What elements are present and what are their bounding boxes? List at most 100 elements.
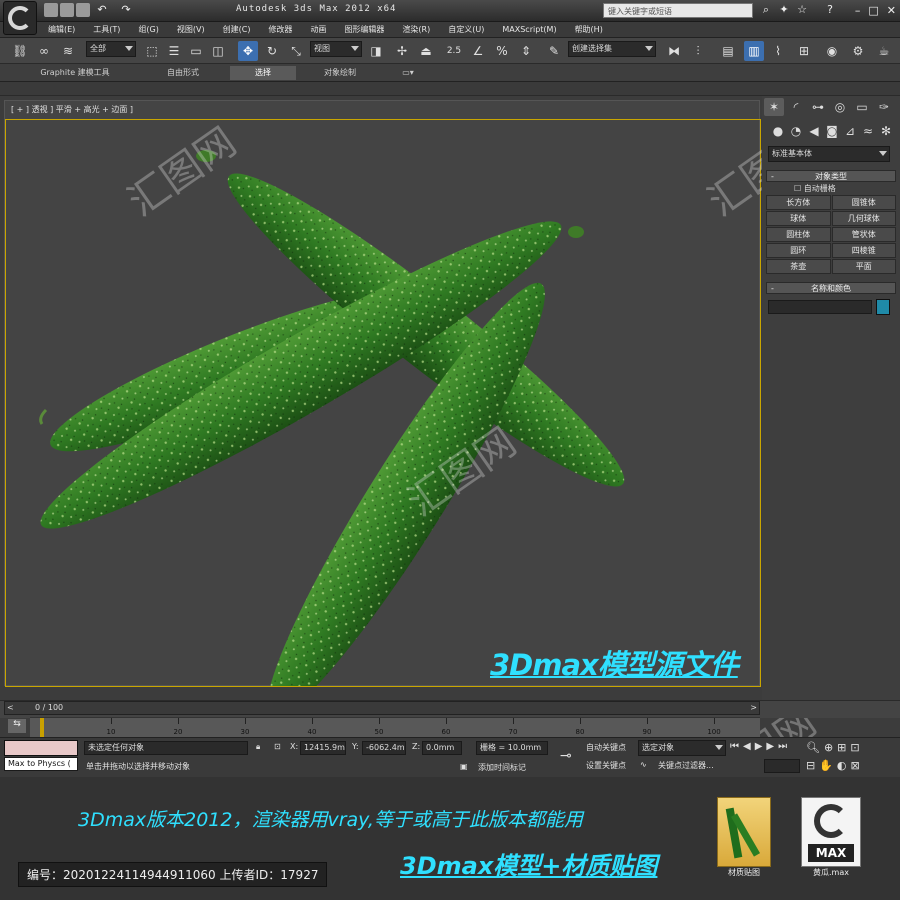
ribbon-toggle-icon[interactable]: ▥ <box>744 41 764 61</box>
named-selection-dropdown[interactable]: 创建选择集 <box>568 41 656 57</box>
next-frame-icon[interactable]: > <box>750 703 757 712</box>
minimize-button[interactable]: – <box>855 3 861 19</box>
selection-filter-dropdown[interactable]: 全部 <box>86 41 136 57</box>
select-rotate-icon[interactable]: ↻ <box>262 41 282 61</box>
name-color-header[interactable]: - 名称和颜色 <box>766 282 896 294</box>
tab-selection[interactable]: 选择 <box>230 66 296 80</box>
lock-selection-icon[interactable]: 🔒︎ <box>256 742 260 752</box>
tab-graphite[interactable]: Graphite 建模工具 <box>20 66 130 80</box>
open-file-icon[interactable] <box>60 3 74 17</box>
z-coordinate-field[interactable]: 0.0mm <box>422 741 462 755</box>
search-input[interactable]: 键入关键字或短语 <box>603 3 753 18</box>
percent-snap-icon[interactable]: % <box>492 41 512 61</box>
rect-selection-icon[interactable]: ▭ <box>186 41 206 61</box>
save-file-icon[interactable] <box>76 3 90 17</box>
geometry-icon[interactable]: ● <box>770 122 786 140</box>
key-filters-button[interactable]: 关键点过滤器... <box>658 760 714 771</box>
select-manipulate-icon[interactable]: ✢ <box>392 41 412 61</box>
helpers-icon[interactable]: ⊿ <box>842 122 858 140</box>
align-icon[interactable]: ⫶ <box>688 41 708 61</box>
ribbon-options-icon[interactable]: ▭▾ <box>396 66 420 80</box>
menu-animation[interactable]: 动画 <box>302 22 334 37</box>
angle-snap-icon[interactable]: ∠ <box>468 41 488 61</box>
edit-named-selection-icon[interactable]: ✎ <box>544 41 564 61</box>
tab-freeform[interactable]: 自由形式 <box>140 66 226 80</box>
object-name-input[interactable] <box>768 300 872 314</box>
sphere-button[interactable]: 球体 <box>766 211 831 226</box>
hierarchy-tab-icon[interactable]: ⊶ <box>808 98 828 116</box>
help-icon[interactable]: ? <box>824 4 836 16</box>
tab-object-paint[interactable]: 对象绘制 <box>300 66 380 80</box>
systems-icon[interactable]: ✻ <box>878 122 894 140</box>
maxscript-listener-pink[interactable] <box>4 740 78 756</box>
utilities-tab-icon[interactable]: ✑ <box>874 98 894 116</box>
object-type-header[interactable]: - 对象类型 <box>766 170 896 182</box>
key-mode-icon[interactable]: ∿ <box>640 760 647 769</box>
track-bar-toggle-icon[interactable]: ⇆ <box>8 719 26 733</box>
add-time-tag[interactable]: 添加时间标记 <box>478 762 526 773</box>
time-tag-icon[interactable]: ▣ <box>460 762 468 771</box>
select-by-name-icon[interactable]: ☰ <box>164 41 184 61</box>
teapot-button[interactable]: 茶壶 <box>766 259 831 274</box>
cylinder-button[interactable]: 圆柱体 <box>766 227 831 242</box>
geosphere-button[interactable]: 几何球体 <box>831 211 896 226</box>
spacewarps-icon[interactable]: ≈ <box>860 122 876 140</box>
track-bar[interactable]: 10 20 30 40 50 60 70 80 90 100 <box>30 717 760 737</box>
menu-views[interactable]: 视图(V) <box>169 22 213 37</box>
auto-key-button[interactable]: 自动关键点 <box>586 742 626 753</box>
schematic-view-icon[interactable]: ⊞ <box>794 41 814 61</box>
menu-tools[interactable]: 工具(T) <box>85 22 128 37</box>
undo-icon[interactable]: ↶ <box>96 4 108 16</box>
menu-rendering[interactable]: 渲染(R) <box>394 22 438 37</box>
menu-graph-editors[interactable]: 图形编辑器 <box>336 22 392 37</box>
select-move-icon[interactable]: ✥ <box>238 41 258 61</box>
absolute-mode-icon[interactable]: ⊡ <box>274 742 281 751</box>
render-teapot-icon[interactable]: ☕ <box>874 41 894 61</box>
cameras-icon[interactable]: ◙ <box>824 122 840 140</box>
cone-button[interactable]: 圆锥体 <box>831 195 896 210</box>
create-tab-icon[interactable]: ✶ <box>764 98 784 116</box>
tube-button[interactable]: 管状体 <box>831 227 896 242</box>
torus-button[interactable]: 圆环 <box>766 243 831 258</box>
mirror-icon[interactable]: ⧓ <box>664 41 684 61</box>
snap-toggle-icon[interactable]: 2.5 <box>444 41 464 61</box>
select-scale-icon[interactable]: ⤡ <box>286 41 306 61</box>
shapes-icon[interactable]: ◔ <box>788 122 804 140</box>
link-icon[interactable]: ⛓ <box>10 41 30 61</box>
material-editor-icon[interactable]: ◉ <box>822 41 842 61</box>
menu-group[interactable]: 组(G) <box>130 22 166 37</box>
zoom-icons[interactable]: 🔍︎⊕⊞⊡ <box>806 741 864 754</box>
keyboard-shortcut-icon[interactable]: ⏏ <box>416 41 436 61</box>
viewport-label[interactable]: [ + ] 透视 ] 平滑 + 高光 + 边面 ] <box>11 104 133 115</box>
key-filter-dropdown[interactable]: 选定对象 <box>638 740 726 756</box>
menu-help[interactable]: 帮助(H) <box>567 22 611 37</box>
modify-tab-icon[interactable]: ◜ <box>786 98 806 116</box>
max-file[interactable]: MAX 黄瓜.max <box>798 797 864 881</box>
pan-orbit-icons[interactable]: ⊟✋◐⊠ <box>806 759 864 772</box>
display-tab-icon[interactable]: ▭ <box>852 98 872 116</box>
unlink-icon[interactable]: ∞ <box>34 41 54 61</box>
perspective-viewport[interactable]: [ + ] 透视 ] 平滑 + 高光 + 边面 ] <box>4 100 761 718</box>
spinner-snap-icon[interactable]: ⇕ <box>516 41 536 61</box>
new-file-icon[interactable] <box>44 3 58 17</box>
curve-editor-icon[interactable]: ⌇ <box>768 41 788 61</box>
maximize-button[interactable]: □ <box>868 3 878 19</box>
object-color-swatch[interactable] <box>876 299 890 315</box>
star-icon[interactable]: ☆ <box>796 4 808 16</box>
prev-frame-icon[interactable]: < <box>7 703 14 712</box>
current-frame-field[interactable] <box>764 759 800 773</box>
menu-maxscript[interactable]: MAXScript(M) <box>494 22 564 37</box>
redo-icon[interactable]: ↷ <box>120 4 132 16</box>
pin-icon[interactable]: ✦ <box>778 4 790 16</box>
motion-tab-icon[interactable]: ◎ <box>830 98 850 116</box>
close-button[interactable]: ✕ <box>887 3 896 19</box>
pyramid-button[interactable]: 四棱锥 <box>831 243 896 258</box>
maxscript-mini-listener[interactable]: Max to Physcs ( <box>4 757 78 771</box>
plane-button[interactable]: 平面 <box>831 259 896 274</box>
auto-grid-checkbox[interactable]: ☐ 自动栅格 <box>766 182 896 195</box>
category-dropdown[interactable]: 标准基本体 <box>768 146 890 162</box>
pivot-center-icon[interactable]: ◨ <box>366 41 386 61</box>
window-crossing-icon[interactable]: ◫ <box>208 41 228 61</box>
render-setup-icon[interactable]: ⚙ <box>848 41 868 61</box>
texture-folder-file[interactable]: 材质贴图 <box>714 797 774 881</box>
